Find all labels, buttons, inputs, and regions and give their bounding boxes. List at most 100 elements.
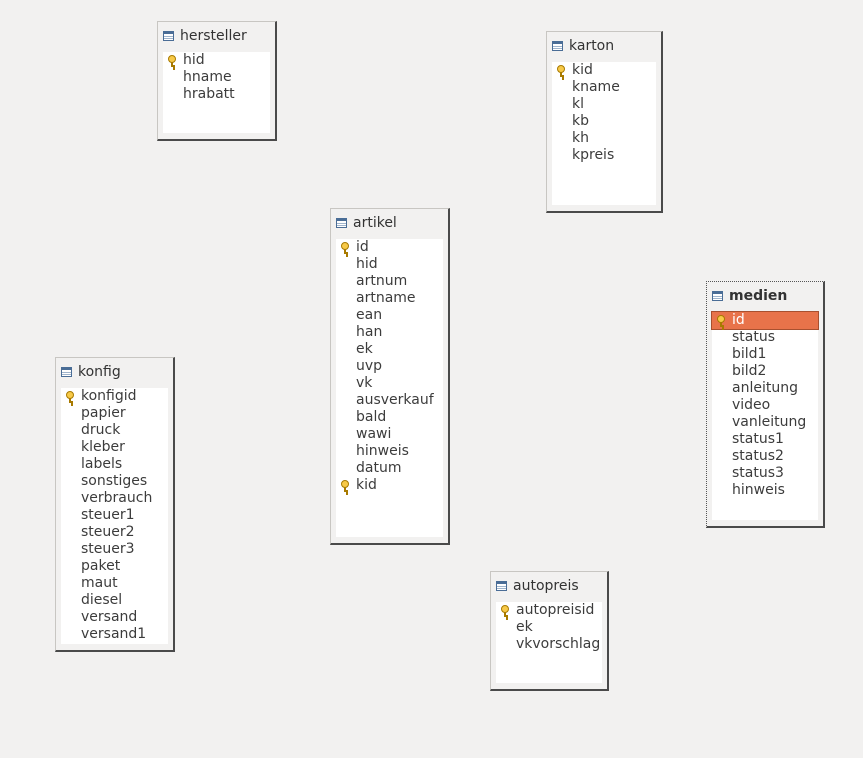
table-title: konfig [78,364,121,380]
field-row[interactable]: kb [552,113,656,130]
field-name: han [356,324,383,340]
field-row[interactable]: paket [61,558,168,575]
field-row[interactable]: hid [163,52,270,69]
field-row[interactable]: status [712,329,818,346]
field-row[interactable]: status3 [712,465,818,482]
field-row[interactable]: bild2 [712,363,818,380]
field-name: kname [572,79,620,95]
table-window-medien[interactable]: medien id status bild1 bild2 anleitung v… [706,281,825,528]
field-row[interactable]: kleber [61,439,168,456]
field-row[interactable]: kpreis [552,147,656,164]
field-row[interactable]: datum [336,460,443,477]
field-row[interactable]: vk [336,375,443,392]
table-icon [336,218,347,228]
field-row[interactable]: versand [61,609,168,626]
primary-key-icon [717,315,725,327]
field-row[interactable]: kh [552,130,656,147]
field-row[interactable]: kname [552,79,656,96]
field-row[interactable]: status2 [712,448,818,465]
field-name: labels [81,456,123,472]
field-name: maut [81,575,118,591]
field-name: kl [572,96,584,112]
table-icon [496,581,507,591]
field-name: sonstiges [81,473,148,489]
field-row[interactable]: labels [61,456,168,473]
field-row[interactable]: steuer1 [61,507,168,524]
table-header-medien[interactable]: medien [707,282,823,310]
table-window-karton[interactable]: karton kid kname kl kb kh kpreis [546,31,663,213]
field-row[interactable]: uvp [336,358,443,375]
field-name: kpreis [572,147,615,163]
field-list[interactable]: hid hname hrabatt [163,52,270,133]
field-row[interactable]: hname [163,69,270,86]
field-row[interactable]: konfigid [61,388,168,405]
field-row[interactable]: id [336,239,443,256]
field-row[interactable]: ek [496,619,602,636]
field-list[interactable]: autopreisid ek vkvorschlag [496,602,602,683]
table-title: karton [569,38,615,54]
table-window-autopreis[interactable]: autopreis autopreisid ek vkvorschlag [490,571,609,691]
field-name: ean [356,307,383,323]
field-name: id [356,239,369,255]
table-header-autopreis[interactable]: autopreis [491,572,607,600]
field-row[interactable]: vanleitung [712,414,818,431]
field-list[interactable]: konfigid papier druck kleber labels sons… [61,388,168,644]
primary-key-icon [501,605,509,617]
field-row[interactable]: kid [336,477,443,494]
field-row[interactable]: steuer3 [61,541,168,558]
field-name: wawi [356,426,392,442]
field-name: steuer1 [81,507,135,523]
field-row[interactable]: autopreisid [496,602,602,619]
field-name: kb [572,113,589,129]
table-header-karton[interactable]: karton [547,32,661,60]
field-row[interactable]: hinweis [336,443,443,460]
table-window-hersteller[interactable]: hersteller hid hname hrabatt [157,21,277,141]
field-name: kid [572,62,593,78]
field-row[interactable]: papier [61,405,168,422]
field-row[interactable]: ek [336,341,443,358]
field-row[interactable]: anleitung [712,380,818,397]
field-row[interactable]: verbrauch [61,490,168,507]
field-row[interactable]: artname [336,290,443,307]
field-row[interactable]: hinweis [712,482,818,499]
field-list[interactable]: kid kname kl kb kh kpreis [552,62,656,205]
field-row-selected[interactable]: id [711,311,819,330]
table-title: artikel [353,215,397,231]
field-row[interactable]: versand1 [61,626,168,643]
field-row[interactable]: ean [336,307,443,324]
field-row[interactable]: druck [61,422,168,439]
table-title: medien [729,288,788,304]
field-row[interactable]: han [336,324,443,341]
field-row[interactable]: hid [336,256,443,273]
field-name: vanleitung [732,414,807,430]
field-name: hname [183,69,232,85]
field-name: status2 [732,448,784,464]
field-row[interactable]: vkvorschlag [496,636,602,653]
field-row[interactable]: steuer2 [61,524,168,541]
field-row[interactable]: kid [552,62,656,79]
field-name: druck [81,422,121,438]
table-header-konfig[interactable]: konfig [56,358,173,386]
field-row[interactable]: maut [61,575,168,592]
field-row[interactable]: wawi [336,426,443,443]
field-list[interactable]: id hid artnum artname ean han ek uvp vk … [336,239,443,537]
field-name: artname [356,290,416,306]
field-name: ek [356,341,373,357]
field-row[interactable]: artnum [336,273,443,290]
table-header-artikel[interactable]: artikel [331,209,448,237]
primary-key-icon [66,391,74,403]
table-window-artikel[interactable]: artikel id hid artnum artname ean han ek… [330,208,450,545]
field-row[interactable]: bild1 [712,346,818,363]
field-row[interactable]: sonstiges [61,473,168,490]
field-list[interactable]: id status bild1 bild2 anleitung video va… [711,311,819,520]
field-row[interactable]: bald [336,409,443,426]
field-row[interactable]: hrabatt [163,86,270,103]
primary-key-icon [557,65,565,77]
field-row[interactable]: video [712,397,818,414]
field-row[interactable]: diesel [61,592,168,609]
table-window-konfig[interactable]: konfig konfigid papier druck kleber labe… [55,357,175,652]
field-row[interactable]: kl [552,96,656,113]
field-row[interactable]: ausverkauf [336,392,443,409]
field-row[interactable]: status1 [712,431,818,448]
table-header-hersteller[interactable]: hersteller [158,22,275,50]
